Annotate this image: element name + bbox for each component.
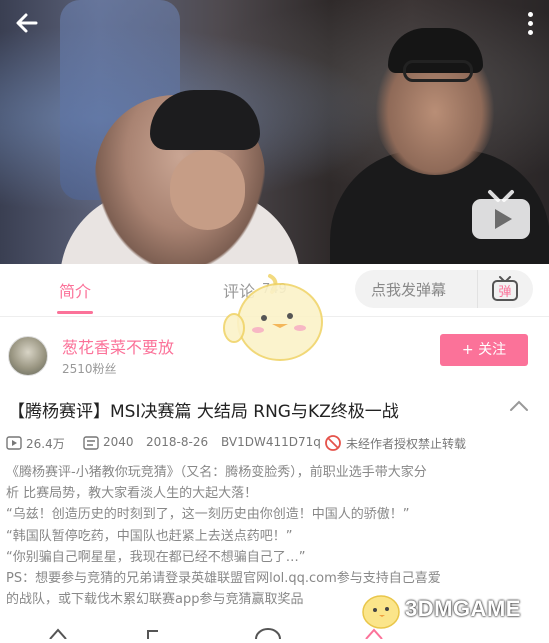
description-line: “韩国队暂停吃药，中国队也赶紧上去送点药吧！” (6, 528, 293, 544)
tab-active-indicator (57, 311, 93, 314)
person-left-hand (170, 150, 245, 230)
view-count: 26.4万 (26, 437, 65, 451)
video-bvid: BV1DW411D71q (221, 435, 321, 449)
description-line: “乌兹！创造历史的时刻到了，这一刻历史由你创造！中国人的骄傲！” (6, 507, 410, 523)
video-topbar (0, 0, 549, 50)
more-vertical-icon[interactable] (525, 12, 535, 38)
danmaku-count-icon (83, 436, 99, 453)
watermark-logo: 3DMGAME (355, 586, 545, 632)
watermark-text: 3DMGAME (405, 596, 521, 621)
description-line: 析 比赛局势，教大家看淡人生的大起大落！ (6, 486, 258, 502)
person-right-glasses (403, 60, 473, 82)
chevron-up-icon[interactable] (508, 398, 530, 414)
uploader-fans: 2510粉丝 (62, 362, 117, 376)
follow-button[interactable]: + 关注 (440, 334, 528, 366)
tv-play-icon[interactable] (470, 189, 532, 241)
video-player[interactable] (0, 0, 549, 264)
uploader-name[interactable]: 葱花香菜不要放 (62, 334, 174, 358)
divider (477, 270, 478, 308)
publish-date: 2018-8-26 (146, 435, 209, 449)
back-arrow-icon[interactable] (12, 8, 42, 38)
mascot-chick-image (220, 270, 330, 365)
danmaku-count: 2040 (103, 435, 134, 449)
no-repost-icon (324, 434, 342, 455)
danmaku-bar: 点我发弹幕 弹 (355, 270, 533, 308)
video-meta: 26.4万 2040 2018-8-26 BV1DW411D71q 未经作者授权… (6, 434, 546, 454)
play-count-icon (6, 436, 22, 453)
danmaku-toggle-icon[interactable]: 弹 (490, 274, 520, 304)
description-line: “你别骗自己啊星星，我现在都已经不想骗自己了…” (6, 549, 306, 565)
person-left-hair (150, 90, 260, 150)
video-title: 【腾杨赛评】MSI决赛篇 大结局 RNG与KZ终极一战 (8, 402, 399, 422)
tab-intro[interactable]: 简介 (59, 278, 91, 302)
danmaku-button-label: 弹 (498, 285, 511, 300)
description-line: 《腾杨赛评-小猪教你玩竞猜》（又名：腾杨变脸秀），前职业选手带大家分 (6, 465, 427, 480)
copyright-notice: 未经作者授权禁止转载 (346, 437, 467, 451)
danmaku-input[interactable]: 点我发弹幕 (371, 279, 446, 300)
uploader-avatar[interactable] (8, 336, 48, 376)
